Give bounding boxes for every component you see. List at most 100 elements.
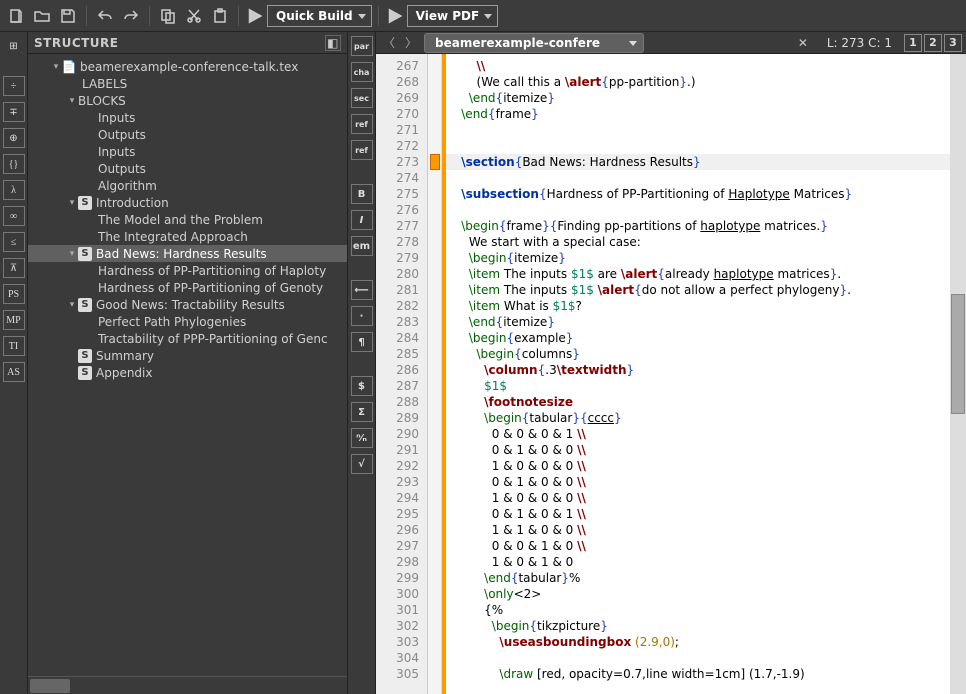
code-line-282[interactable]: \item What is $1$? <box>446 298 950 314</box>
fold-column[interactable] <box>428 54 442 694</box>
code-line-293[interactable]: 0 & 1 & 0 & 0 \\ <box>446 474 950 490</box>
code-line-289[interactable]: \begin{tabular}{cccc} <box>446 410 950 426</box>
symbol-btn-10[interactable]: TI <box>3 336 25 356</box>
run-build-icon[interactable] <box>245 4 265 28</box>
format-btn-1[interactable]: I <box>351 210 373 230</box>
code-line-303[interactable]: \useasboundingbox (2.9,0); <box>446 634 950 650</box>
bookmark-2[interactable]: 2 <box>924 34 942 52</box>
tree-sub-2-1[interactable]: Tractability of PPP-Partitioning of Genc <box>28 330 347 347</box>
file-selector[interactable]: beamerexample-confere <box>424 33 644 53</box>
code-line-285[interactable]: \begin{columns} <box>446 346 950 362</box>
code-line-270[interactable]: \end{frame} <box>446 106 950 122</box>
tree-section-4[interactable]: SAppendix <box>28 364 347 381</box>
symbol-btn-11[interactable]: AS <box>3 362 25 382</box>
code-line-269[interactable]: \end{itemize} <box>446 90 950 106</box>
struct-btn-ref-3[interactable]: ref <box>351 114 373 134</box>
struct-btn-cha-1[interactable]: cha <box>351 62 373 82</box>
code-line-283[interactable]: \end{itemize} <box>446 314 950 330</box>
code-line-268[interactable]: (We call this a \alert{pp-partition}.) <box>446 74 950 90</box>
code-line-291[interactable]: 0 & 1 & 0 & 0 \\ <box>446 442 950 458</box>
code-area[interactable]: 2672682692702712722732742752762772782792… <box>376 54 966 694</box>
tree-section-0[interactable]: ▾SIntroduction <box>28 194 347 211</box>
code-line-290[interactable]: 0 & 0 & 0 & 1 \\ <box>446 426 950 442</box>
code-line-280[interactable]: \item The inputs $1$ are \alert{already … <box>446 266 950 282</box>
view-combo[interactable]: View PDF <box>407 5 499 27</box>
code-line-274[interactable] <box>446 170 950 186</box>
code-line-305[interactable]: \draw [red, opacity=0.7,line width=1cm] … <box>446 666 950 682</box>
copy-icon[interactable] <box>156 4 180 28</box>
bookmark-1[interactable]: 1 <box>904 34 922 52</box>
paste-icon[interactable] <box>208 4 232 28</box>
code-line-288[interactable]: \footnotesize <box>446 394 950 410</box>
build-combo[interactable]: Quick Build <box>267 5 372 27</box>
format-btn-2[interactable]: em <box>351 236 373 256</box>
code-line-300[interactable]: \only<2> <box>446 586 950 602</box>
code-line-292[interactable]: 1 & 0 & 0 & 0 \\ <box>446 458 950 474</box>
tree-block-2[interactable]: Inputs <box>28 143 347 160</box>
symbol-btn-3[interactable]: {} <box>3 154 25 174</box>
code-line-294[interactable]: 1 & 0 & 0 & 0 \\ <box>446 490 950 506</box>
code-line-301[interactable]: {% <box>446 602 950 618</box>
structure-collapse-icon[interactable]: ◧ <box>325 35 341 51</box>
structure-scrollbar[interactable] <box>28 676 347 694</box>
code-line-302[interactable]: \begin{tikzpicture} <box>446 618 950 634</box>
format-btn-3[interactable]: ⟵ <box>351 280 373 300</box>
format-btn-0[interactable]: B <box>351 184 373 204</box>
tree-labels[interactable]: LABELS <box>28 75 347 92</box>
code-line-278[interactable]: We start with a special case: <box>446 234 950 250</box>
tree-section-3[interactable]: SSummary <box>28 347 347 364</box>
code-line-304[interactable] <box>446 650 950 666</box>
code-line-276[interactable] <box>446 202 950 218</box>
symbol-btn-2[interactable]: ⊕ <box>3 128 25 148</box>
save-icon[interactable] <box>56 4 80 28</box>
code-line-298[interactable]: 1 & 0 & 1 & 0 <box>446 554 950 570</box>
symbol-btn-4[interactable]: λ <box>3 180 25 200</box>
bookmark-3[interactable]: 3 <box>944 34 962 52</box>
symbol-btn-1[interactable]: ∓ <box>3 102 25 122</box>
code-line-272[interactable] <box>446 138 950 154</box>
code-line-296[interactable]: 1 & 1 & 0 & 0 \\ <box>446 522 950 538</box>
tree-sub-0-0[interactable]: The Model and the Problem <box>28 211 347 228</box>
tree-block-1[interactable]: Outputs <box>28 126 347 143</box>
struct-btn-part-0[interactable]: par <box>351 36 373 56</box>
strip-toggle-icon[interactable]: ⊞ <box>3 36 25 56</box>
code-line-284[interactable]: \begin{example} <box>446 330 950 346</box>
code-line-279[interactable]: \begin{itemize} <box>446 250 950 266</box>
tree-blocks[interactable]: ▾BLOCKS <box>28 92 347 109</box>
code-line-299[interactable]: \end{tabular}% <box>446 570 950 586</box>
symbol-btn-6[interactable]: ≤ <box>3 232 25 252</box>
tree-file[interactable]: ▾📄beamerexample-conference-talk.tex <box>28 58 347 75</box>
code-line-275[interactable]: \subsection{Hardness of PP-Partitioning … <box>446 186 950 202</box>
tree-sub-1-0[interactable]: Hardness of PP-Partitioning of Haploty <box>28 262 347 279</box>
tree-sub-2-0[interactable]: Perfect Path Phylogenies <box>28 313 347 330</box>
format-btn-8[interactable]: ⁿ⁄ₙ <box>351 428 373 448</box>
struct-btn-sec-2[interactable]: sec <box>351 88 373 108</box>
tree-block-0[interactable]: Inputs <box>28 109 347 126</box>
vertical-scrollbar[interactable] <box>950 54 966 694</box>
symbol-btn-0[interactable]: ÷ <box>3 76 25 96</box>
symbol-btn-8[interactable]: PS <box>3 284 25 304</box>
code-line-295[interactable]: 0 & 1 & 0 & 1 \\ <box>446 506 950 522</box>
tree-sub-1-1[interactable]: Hardness of PP-Partitioning of Genoty <box>28 279 347 296</box>
tree-block-4[interactable]: Algorithm <box>28 177 347 194</box>
open-file-icon[interactable] <box>30 4 54 28</box>
new-file-icon[interactable] <box>4 4 28 28</box>
undo-icon[interactable] <box>93 4 117 28</box>
code-body[interactable]: \\ (We call this a \alert{pp-partition}.… <box>442 54 950 694</box>
close-file-icon[interactable]: ✕ <box>795 35 811 51</box>
format-btn-5[interactable]: ¶ <box>351 332 373 352</box>
code-line-287[interactable]: $1$ <box>446 378 950 394</box>
format-btn-4[interactable]: · <box>351 306 373 326</box>
symbol-btn-9[interactable]: MP <box>3 310 25 330</box>
redo-icon[interactable] <box>119 4 143 28</box>
tree-block-3[interactable]: Outputs <box>28 160 347 177</box>
code-line-281[interactable]: \item The inputs $1$ \alert{do not allow… <box>446 282 950 298</box>
format-btn-9[interactable]: √ <box>351 454 373 474</box>
tree-section-2[interactable]: ▾SGood News: Tractability Results <box>28 296 347 313</box>
run-view-icon[interactable] <box>385 4 405 28</box>
symbol-btn-7[interactable]: ⊼ <box>3 258 25 278</box>
tree-section-1[interactable]: ▾SBad News: Hardness Results <box>28 245 347 262</box>
code-line-286[interactable]: \column{.3\textwidth} <box>446 362 950 378</box>
format-btn-7[interactable]: Σ <box>351 402 373 422</box>
code-line-297[interactable]: 0 & 0 & 1 & 0 \\ <box>446 538 950 554</box>
